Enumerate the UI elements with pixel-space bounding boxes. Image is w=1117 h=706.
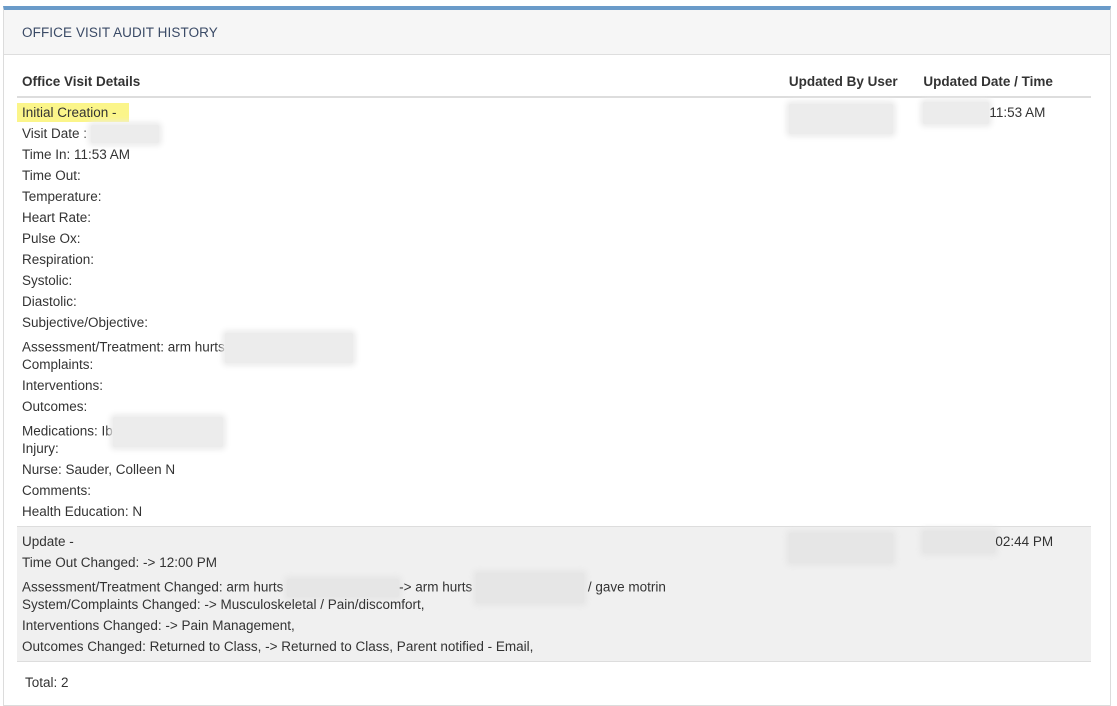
redacted-user bbox=[788, 104, 893, 134]
updated-by-user-cell bbox=[784, 97, 919, 527]
temperature-line: Temperature: bbox=[22, 189, 102, 204]
respiration-line: Respiration: bbox=[22, 252, 95, 267]
column-header-details[interactable]: Office Visit Details bbox=[17, 68, 784, 98]
redacted-date bbox=[923, 531, 996, 554]
assessment-changed-arrow-text: -> arm hurts bbox=[399, 579, 473, 595]
updated-date-cell: 02:44 PM bbox=[918, 526, 1091, 662]
outcomes-line: Outcomes: bbox=[22, 399, 88, 414]
visit-date-label: Visit Date : bbox=[22, 126, 88, 141]
redacted-medications bbox=[112, 417, 223, 447]
updated-date-cell: 11:53 AM bbox=[918, 97, 1091, 527]
table-header-row: Office Visit Details Updated By User Upd… bbox=[17, 68, 1091, 98]
redacted-date bbox=[923, 102, 990, 125]
update-label: Update - bbox=[22, 534, 74, 549]
diastolic-line: Diastolic: bbox=[22, 294, 77, 309]
redacted-user bbox=[788, 533, 893, 563]
health-education-line: Health Education: N bbox=[22, 504, 143, 519]
updated-by-user-cell bbox=[783, 526, 919, 662]
table-row-initial-creation: Initial Creation - Visit Date : Time In:… bbox=[17, 97, 1091, 527]
complaints-line: Complaints: bbox=[22, 357, 94, 372]
heart-rate-line: Heart Rate: bbox=[22, 210, 92, 225]
updated-time: 02:44 PM bbox=[995, 534, 1054, 549]
medications-text: Medications: Ib bbox=[22, 423, 113, 439]
details-cell: Initial Creation - Visit Date : Time In:… bbox=[17, 97, 784, 527]
outcomes-changed-line: Outcomes Changed: Returned to Class, -> … bbox=[22, 639, 534, 654]
interventions-changed-line: Interventions Changed: -> Pain Managemen… bbox=[22, 618, 295, 633]
time-out-changed-line: Time Out Changed: -> 12:00 PM bbox=[22, 555, 217, 570]
complaints-changed-line: System/Complaints Changed: -> Musculoske… bbox=[22, 597, 425, 612]
time-out-line: Time Out: bbox=[22, 168, 81, 183]
pulse-ox-line: Pulse Ox: bbox=[22, 231, 81, 246]
assessment-treatment-text: Assessment/Treatment: arm hurts bbox=[22, 339, 225, 355]
redacted-visit-date bbox=[90, 125, 159, 144]
assessment-changed-suffix: / gave motrin bbox=[587, 579, 666, 595]
audit-history-table: Office Visit Details Updated By User Upd… bbox=[17, 68, 1091, 662]
updated-time: 11:53 AM bbox=[989, 105, 1046, 120]
systolic-line: Systolic: bbox=[22, 273, 73, 288]
column-header-date[interactable]: Updated Date / Time bbox=[918, 68, 1091, 98]
interventions-line: Interventions: bbox=[22, 378, 104, 393]
comments-line: Comments: bbox=[22, 483, 92, 498]
panel-title: OFFICE VISIT AUDIT HISTORY bbox=[22, 24, 218, 40]
subjective-objective-line: Subjective/Objective: bbox=[22, 315, 149, 330]
column-header-user[interactable]: Updated By User bbox=[783, 68, 919, 98]
details-cell: Update - Time Out Changed: -> 12:00 PM A… bbox=[17, 526, 784, 662]
nurse-line: Nurse: Sauder, Colleen N bbox=[22, 462, 176, 477]
table-row-update: Update - Time Out Changed: -> 12:00 PM A… bbox=[17, 526, 1091, 662]
panel-header: OFFICE VISIT AUDIT HISTORY bbox=[4, 10, 1110, 55]
redacted-assessment bbox=[224, 333, 353, 363]
redacted-new-assessment bbox=[476, 573, 585, 603]
assessment-changed-text: Assessment/Treatment Changed: arm hurts bbox=[22, 579, 284, 595]
total-count: Total: 2 bbox=[25, 675, 69, 690]
time-in-line: Time In: 11:53 AM bbox=[22, 147, 131, 162]
initial-creation-label: Initial Creation - bbox=[17, 103, 129, 122]
